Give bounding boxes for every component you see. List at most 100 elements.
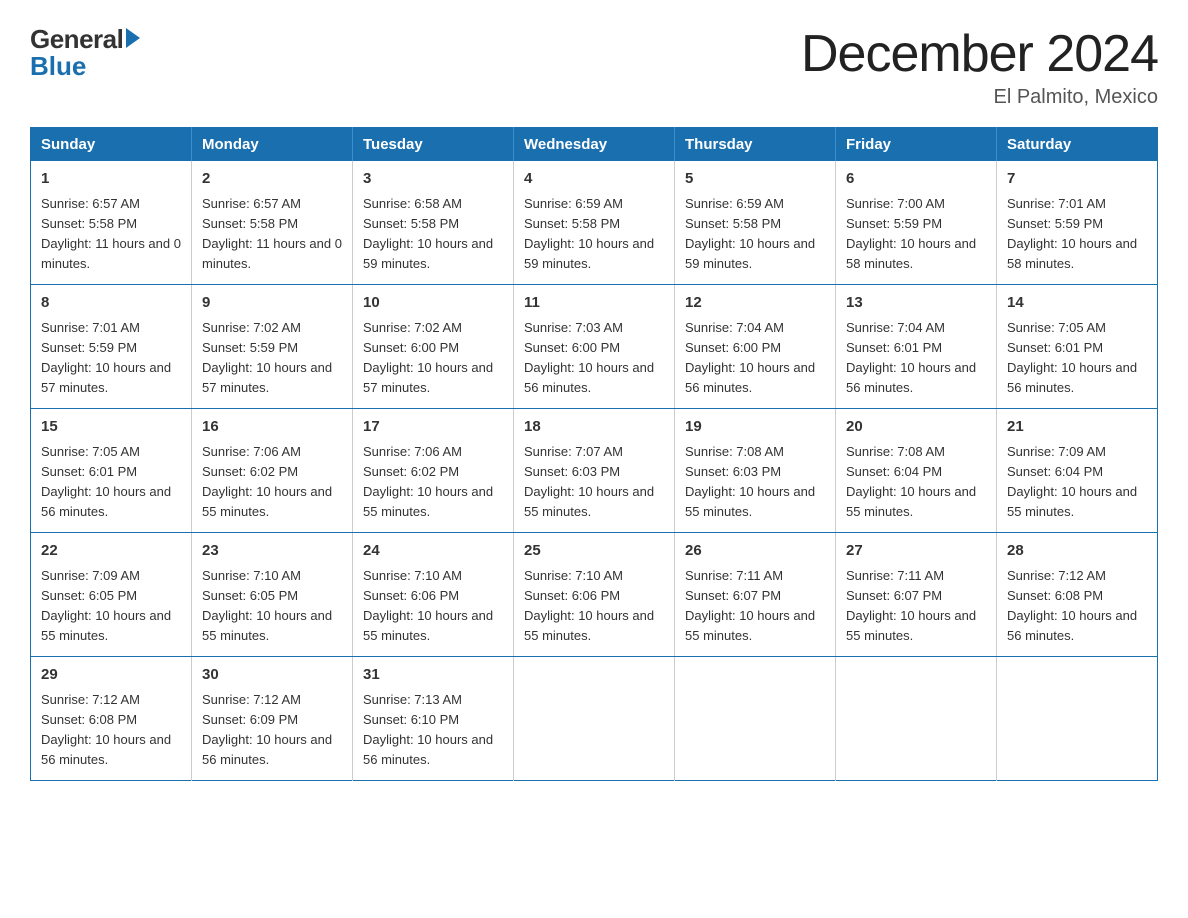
day-number: 30 (202, 664, 342, 687)
month-title: December 2024 (801, 24, 1158, 84)
day-cell: 4 Sunrise: 6:59 AMSunset: 5:58 PMDayligh… (514, 161, 675, 285)
day-number: 15 (41, 416, 181, 439)
day-cell: 1 Sunrise: 6:57 AMSunset: 5:58 PMDayligh… (31, 161, 192, 285)
day-cell: 3 Sunrise: 6:58 AMSunset: 5:58 PMDayligh… (353, 161, 514, 285)
day-cell: 14 Sunrise: 7:05 AMSunset: 6:01 PMDaylig… (997, 285, 1158, 409)
day-number: 16 (202, 416, 342, 439)
week-row-3: 15 Sunrise: 7:05 AMSunset: 6:01 PMDaylig… (31, 409, 1158, 533)
day-cell: 8 Sunrise: 7:01 AMSunset: 5:59 PMDayligh… (31, 285, 192, 409)
day-cell: 17 Sunrise: 7:06 AMSunset: 6:02 PMDaylig… (353, 409, 514, 533)
location-subtitle: El Palmito, Mexico (801, 86, 1158, 109)
day-info: Sunrise: 7:07 AMSunset: 6:03 PMDaylight:… (524, 442, 664, 523)
day-cell: 19 Sunrise: 7:08 AMSunset: 6:03 PMDaylig… (675, 409, 836, 533)
day-info: Sunrise: 7:00 AMSunset: 5:59 PMDaylight:… (846, 194, 986, 275)
page-header: General Blue December 2024 El Palmito, M… (30, 24, 1158, 109)
header-tuesday: Tuesday (353, 128, 514, 162)
day-cell: 25 Sunrise: 7:10 AMSunset: 6:06 PMDaylig… (514, 533, 675, 657)
week-row-2: 8 Sunrise: 7:01 AMSunset: 5:59 PMDayligh… (31, 285, 1158, 409)
day-info: Sunrise: 7:06 AMSunset: 6:02 PMDaylight:… (202, 442, 342, 523)
day-info: Sunrise: 7:12 AMSunset: 6:08 PMDaylight:… (41, 690, 181, 771)
day-cell (836, 657, 997, 781)
day-number: 14 (1007, 292, 1147, 315)
header-monday: Monday (192, 128, 353, 162)
day-cell: 22 Sunrise: 7:09 AMSunset: 6:05 PMDaylig… (31, 533, 192, 657)
day-info: Sunrise: 7:09 AMSunset: 6:04 PMDaylight:… (1007, 442, 1147, 523)
day-cell: 11 Sunrise: 7:03 AMSunset: 6:00 PMDaylig… (514, 285, 675, 409)
day-number: 29 (41, 664, 181, 687)
day-cell: 21 Sunrise: 7:09 AMSunset: 6:04 PMDaylig… (997, 409, 1158, 533)
header-friday: Friday (836, 128, 997, 162)
day-cell: 27 Sunrise: 7:11 AMSunset: 6:07 PMDaylig… (836, 533, 997, 657)
day-number: 18 (524, 416, 664, 439)
day-number: 25 (524, 540, 664, 563)
day-info: Sunrise: 6:59 AMSunset: 5:58 PMDaylight:… (524, 194, 664, 275)
day-number: 17 (363, 416, 503, 439)
header-saturday: Saturday (997, 128, 1158, 162)
day-info: Sunrise: 7:09 AMSunset: 6:05 PMDaylight:… (41, 566, 181, 647)
day-info: Sunrise: 6:59 AMSunset: 5:58 PMDaylight:… (685, 194, 825, 275)
logo: General Blue (30, 24, 140, 82)
day-number: 24 (363, 540, 503, 563)
day-cell: 13 Sunrise: 7:04 AMSunset: 6:01 PMDaylig… (836, 285, 997, 409)
day-cell: 5 Sunrise: 6:59 AMSunset: 5:58 PMDayligh… (675, 161, 836, 285)
week-row-1: 1 Sunrise: 6:57 AMSunset: 5:58 PMDayligh… (31, 161, 1158, 285)
title-block: December 2024 El Palmito, Mexico (801, 24, 1158, 109)
calendar-table: SundayMondayTuesdayWednesdayThursdayFrid… (30, 127, 1158, 781)
day-cell: 23 Sunrise: 7:10 AMSunset: 6:05 PMDaylig… (192, 533, 353, 657)
day-number: 23 (202, 540, 342, 563)
day-number: 10 (363, 292, 503, 315)
day-cell (675, 657, 836, 781)
day-info: Sunrise: 7:03 AMSunset: 6:00 PMDaylight:… (524, 318, 664, 399)
day-cell: 20 Sunrise: 7:08 AMSunset: 6:04 PMDaylig… (836, 409, 997, 533)
day-info: Sunrise: 7:08 AMSunset: 6:04 PMDaylight:… (846, 442, 986, 523)
calendar-header-row: SundayMondayTuesdayWednesdayThursdayFrid… (31, 128, 1158, 162)
day-info: Sunrise: 7:10 AMSunset: 6:06 PMDaylight:… (524, 566, 664, 647)
day-number: 2 (202, 168, 342, 191)
day-number: 4 (524, 168, 664, 191)
day-info: Sunrise: 7:01 AMSunset: 5:59 PMDaylight:… (41, 318, 181, 399)
day-info: Sunrise: 7:02 AMSunset: 6:00 PMDaylight:… (363, 318, 503, 399)
day-info: Sunrise: 7:05 AMSunset: 6:01 PMDaylight:… (41, 442, 181, 523)
day-number: 22 (41, 540, 181, 563)
day-number: 1 (41, 168, 181, 191)
day-number: 13 (846, 292, 986, 315)
logo-triangle-icon (126, 28, 140, 48)
day-info: Sunrise: 7:10 AMSunset: 6:06 PMDaylight:… (363, 566, 503, 647)
day-number: 7 (1007, 168, 1147, 191)
day-number: 20 (846, 416, 986, 439)
day-number: 9 (202, 292, 342, 315)
week-row-5: 29 Sunrise: 7:12 AMSunset: 6:08 PMDaylig… (31, 657, 1158, 781)
day-info: Sunrise: 6:58 AMSunset: 5:58 PMDaylight:… (363, 194, 503, 275)
day-info: Sunrise: 7:10 AMSunset: 6:05 PMDaylight:… (202, 566, 342, 647)
day-number: 19 (685, 416, 825, 439)
day-cell: 26 Sunrise: 7:11 AMSunset: 6:07 PMDaylig… (675, 533, 836, 657)
day-cell: 10 Sunrise: 7:02 AMSunset: 6:00 PMDaylig… (353, 285, 514, 409)
day-info: Sunrise: 7:11 AMSunset: 6:07 PMDaylight:… (685, 566, 825, 647)
day-cell: 7 Sunrise: 7:01 AMSunset: 5:59 PMDayligh… (997, 161, 1158, 285)
day-cell: 29 Sunrise: 7:12 AMSunset: 6:08 PMDaylig… (31, 657, 192, 781)
day-cell: 9 Sunrise: 7:02 AMSunset: 5:59 PMDayligh… (192, 285, 353, 409)
day-cell (514, 657, 675, 781)
day-info: Sunrise: 7:13 AMSunset: 6:10 PMDaylight:… (363, 690, 503, 771)
day-number: 5 (685, 168, 825, 191)
day-info: Sunrise: 7:04 AMSunset: 6:00 PMDaylight:… (685, 318, 825, 399)
day-number: 8 (41, 292, 181, 315)
day-number: 26 (685, 540, 825, 563)
day-cell: 30 Sunrise: 7:12 AMSunset: 6:09 PMDaylig… (192, 657, 353, 781)
day-number: 3 (363, 168, 503, 191)
day-cell: 2 Sunrise: 6:57 AMSunset: 5:58 PMDayligh… (192, 161, 353, 285)
day-cell: 28 Sunrise: 7:12 AMSunset: 6:08 PMDaylig… (997, 533, 1158, 657)
day-cell: 6 Sunrise: 7:00 AMSunset: 5:59 PMDayligh… (836, 161, 997, 285)
day-info: Sunrise: 7:04 AMSunset: 6:01 PMDaylight:… (846, 318, 986, 399)
logo-blue-text: Blue (30, 51, 86, 82)
day-info: Sunrise: 6:57 AMSunset: 5:58 PMDaylight:… (41, 194, 181, 275)
day-cell: 31 Sunrise: 7:13 AMSunset: 6:10 PMDaylig… (353, 657, 514, 781)
day-info: Sunrise: 7:01 AMSunset: 5:59 PMDaylight:… (1007, 194, 1147, 275)
header-thursday: Thursday (675, 128, 836, 162)
day-cell (997, 657, 1158, 781)
day-cell: 15 Sunrise: 7:05 AMSunset: 6:01 PMDaylig… (31, 409, 192, 533)
day-number: 21 (1007, 416, 1147, 439)
day-info: Sunrise: 7:08 AMSunset: 6:03 PMDaylight:… (685, 442, 825, 523)
header-sunday: Sunday (31, 128, 192, 162)
day-number: 28 (1007, 540, 1147, 563)
